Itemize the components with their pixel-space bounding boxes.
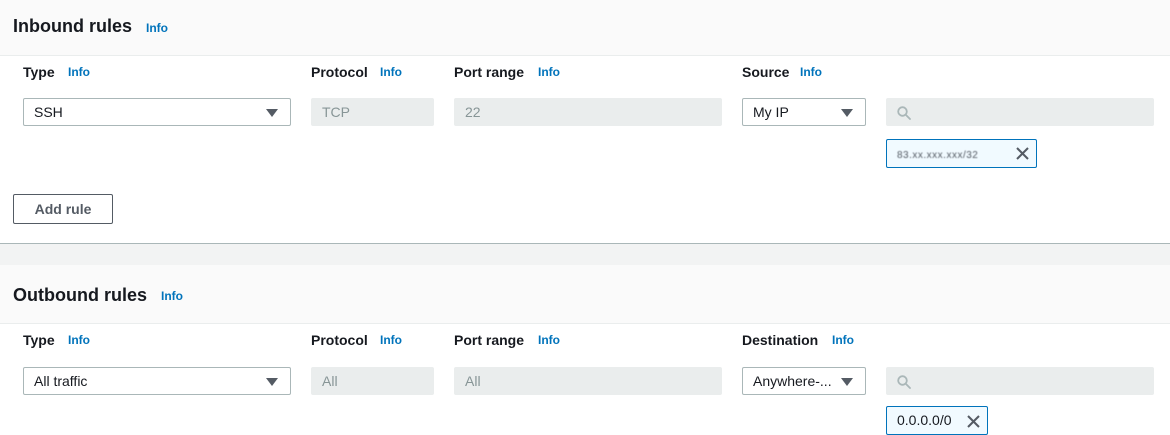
inbound-type-select[interactable]: SSH bbox=[23, 98, 291, 126]
inbound-type-info-link[interactable]: Info bbox=[68, 65, 90, 79]
search-icon bbox=[897, 106, 911, 120]
inbound-source-label: Source bbox=[742, 64, 790, 80]
outbound-port-range-field: All bbox=[454, 367, 722, 395]
outbound-type-select[interactable]: All traffic bbox=[23, 367, 291, 395]
outbound-destination-info-link[interactable]: Info bbox=[832, 333, 854, 347]
outbound-destination-select[interactable]: Anywhere-... bbox=[742, 367, 866, 395]
chevron-down-icon bbox=[266, 109, 278, 117]
inbound-port-range-info-link[interactable]: Info bbox=[538, 65, 560, 79]
inbound-source-search-input[interactable] bbox=[886, 98, 1154, 126]
add-rule-button[interactable]: Add rule bbox=[13, 194, 113, 224]
outbound-header: Outbound rules Info bbox=[0, 265, 1170, 324]
search-icon bbox=[897, 375, 911, 389]
outbound-info-link[interactable]: Info bbox=[161, 289, 183, 303]
outbound-protocol-label: Protocol bbox=[311, 332, 368, 348]
outbound-title: Outbound rules bbox=[13, 285, 147, 305]
close-icon[interactable] bbox=[967, 415, 980, 428]
inbound-port-range-field: 22 bbox=[454, 98, 722, 126]
outbound-port-range-label: Port range bbox=[454, 332, 525, 348]
outbound-destination-search-input[interactable] bbox=[886, 367, 1154, 395]
panel-gap bbox=[0, 244, 1170, 265]
chevron-down-icon bbox=[841, 378, 853, 386]
inbound-source-value: My IP bbox=[753, 104, 789, 120]
inbound-type-label: Type bbox=[23, 64, 55, 80]
inbound-info-link[interactable]: Info bbox=[146, 21, 168, 35]
outbound-protocol-field: All bbox=[311, 367, 434, 395]
inbound-source-select[interactable]: My IP bbox=[742, 98, 866, 126]
inbound-title: Inbound rules bbox=[13, 16, 132, 36]
inbound-type-value: SSH bbox=[34, 104, 63, 120]
inbound-source-token-label: 83.xx.xxx.xxx/32 bbox=[897, 150, 979, 161]
outbound-type-value: All traffic bbox=[34, 373, 88, 389]
chevron-down-icon bbox=[266, 378, 278, 386]
chevron-down-icon bbox=[841, 109, 853, 117]
close-icon[interactable] bbox=[1016, 147, 1029, 160]
inbound-port-range-label: Port range bbox=[454, 64, 525, 80]
outbound-destination-token-label: 0.0.0.0/0 bbox=[897, 412, 952, 428]
inbound-protocol-field: TCP bbox=[311, 98, 434, 126]
outbound-port-range-info-link[interactable]: Info bbox=[538, 333, 560, 347]
inbound-protocol-info-link[interactable]: Info bbox=[380, 65, 402, 79]
outbound-type-label: Type bbox=[23, 332, 55, 348]
outbound-destination-value: Anywhere-... bbox=[753, 373, 832, 389]
outbound-destination-label: Destination bbox=[742, 332, 819, 348]
inbound-protocol-label: Protocol bbox=[311, 64, 368, 80]
inbound-source-token: 83.xx.xxx.xxx/32 bbox=[886, 139, 1037, 168]
inbound-source-info-link[interactable]: Info bbox=[800, 65, 822, 79]
outbound-destination-token: 0.0.0.0/0 bbox=[886, 406, 988, 435]
inbound-header: Inbound rules Info bbox=[0, 0, 1170, 56]
outbound-type-info-link[interactable]: Info bbox=[68, 333, 90, 347]
outbound-protocol-info-link[interactable]: Info bbox=[380, 333, 402, 347]
